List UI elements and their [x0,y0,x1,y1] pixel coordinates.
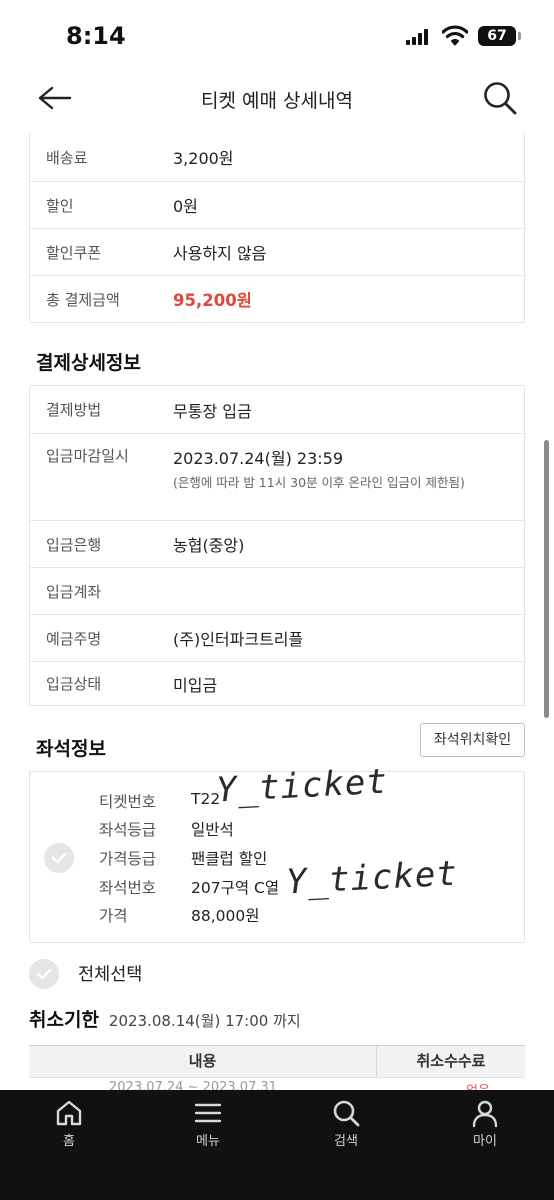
page-title: 티켓 예매 상세내역 [201,90,353,112]
summary-label: 배송료 [46,148,88,167]
detail-row: 예금주명 (주)인터파크트리플 [30,614,524,661]
seat-label: 가격등급 [99,850,157,868]
handwritten-watermark: Y_ticket [285,853,459,903]
cancel-deadline: 취소기한 2023.08.14(월) 17:00 까지 [29,1005,301,1032]
seat-label: 좌석등급 [99,821,157,839]
user-icon [472,1100,498,1128]
battery-cap [518,32,521,40]
detail-value: 농협(중앙) [173,536,245,555]
status-bar: 8:14 67 [0,0,554,70]
nav-item-home[interactable]: 홈 [29,1098,109,1149]
detail-row: 입금은행 농협(중앙) [30,520,524,567]
wifi-icon [442,25,468,46]
seat-checkbox[interactable] [44,843,74,873]
header: 티켓 예매 상세내역 [0,70,554,128]
select-all-toggle[interactable]: 전체선택 [29,957,289,989]
seat-info-card: 티켓번호 T22 좌석등급 일반석 가격등급 팬클럽 할인 좌석번호 207구역… [29,762,525,943]
nav-item-search[interactable]: 검색 [306,1098,386,1149]
table-row: 2023.07.24 ~ 2023.07.31 없음 [29,1077,525,1090]
detail-label: 입금계좌 [46,582,102,601]
summary-value: 0원 [173,197,198,216]
nav-item-menu[interactable]: 메뉴 [168,1098,248,1149]
summary-row-total: 총 결제금액 95,200원 [30,275,524,322]
detail-row: 결제방법 무통장 입금 [30,386,524,433]
detail-label: 입금은행 [46,535,102,554]
search-icon [333,1100,360,1127]
summary-value: 3,200원 [173,149,234,168]
nav-label: 검색 [334,1134,358,1149]
seat-row: 가격등급 팬클럽 할인 [99,847,267,869]
seat-grade: 일반석 [191,821,234,839]
nav-label: 마이 [473,1134,497,1149]
menu-icon [194,1103,222,1123]
summary-row-discount: 할인 0원 [30,181,524,228]
summary-label: 할인쿠폰 [46,243,102,262]
detail-value: 무통장 입금 [173,401,252,421]
summary-row-shipping: 배송료 3,200원 [30,133,524,181]
cancel-deadline-date: 2023.08.14(월) 17:00 까지 [108,1012,301,1030]
detail-row: 입금상태 미입금 [30,661,524,705]
seat-label: 가격 [99,907,128,925]
summary-label: 할인 [46,196,74,215]
select-all-checkbox[interactable] [29,959,59,989]
cancel-fee: 없음 [466,1080,490,1090]
seat-row: 좌석번호 207구역 C열 [99,876,279,898]
scrollbar[interactable] [544,440,549,718]
detail-row: 입금계좌 [30,567,524,614]
cancel-period: 2023.07.24 ~ 2023.07.31 [109,1080,278,1090]
deposit-deadline-note: (은행에 따라 밤 11시 30분 이후 온라인 입금이 제한됨) [173,475,465,490]
check-icon [51,852,67,864]
detail-row: 입금마감일시 2023.07.24(월) 23:59 (은행에 따라 밤 11시… [30,433,524,520]
detail-value: (주)인터파크트리플 [173,630,304,649]
payment-details-title: 결제상세정보 [36,352,141,374]
summary-value: 사용하지 않음 [173,244,267,263]
summary-row-coupon: 할인쿠폰 사용하지 않음 [30,228,524,275]
home-icon [56,1100,82,1126]
seat-number: 207구역 C열 [191,879,280,897]
deposit-deadline: 2023.07.24(월) 23:59 [173,449,344,468]
bottom-nav: 홈 메뉴 검색 마이 [0,1090,554,1200]
select-all-label: 전체선택 [78,965,143,985]
detail-value-block: 2023.07.24(월) 23:59 (은행에 따라 밤 11시 30분 이후… [173,445,524,520]
search-icon[interactable] [480,78,520,118]
payment-details-table: 결제방법 무통장 입금 입금마감일시 2023.07.24(월) 23:59 (… [29,385,525,706]
seat-info-title: 좌석정보 [36,738,106,760]
seat-location-button[interactable]: 좌석위치확인 [420,723,525,757]
nav-item-my[interactable]: 마이 [445,1098,525,1149]
check-icon [36,968,52,980]
seat-label: 좌석번호 [99,879,157,897]
handwritten-watermark: Y_ticket [215,761,389,811]
detail-label: 입금상태 [46,675,102,693]
detail-value: 미입금 [173,675,218,695]
nav-label: 홈 [63,1134,75,1149]
battery-icon: 67 [478,26,516,46]
detail-label: 예금주명 [46,629,102,648]
seat-row: 가격 88,000원 [99,904,260,926]
seat-row: 티켓번호 T22 [99,790,220,812]
cancel-deadline-title: 취소기한 [29,1009,99,1031]
cancel-fee-table: 내용 취소수수료 2023.07.24 ~ 2023.07.31 없음 [29,1045,525,1090]
seat-price: 88,000원 [191,907,260,925]
table-header-fee: 취소수수료 [416,1052,486,1070]
seat-row: 좌석등급 일반석 [99,818,234,840]
detail-label: 결제방법 [46,401,102,419]
detail-label: 입금마감일시 [46,447,129,465]
nav-label: 메뉴 [196,1134,220,1149]
total-amount: 95,200원 [173,291,252,310]
cellular-signal-icon [406,29,430,45]
status-time: 8:14 [66,22,126,50]
summary-label: 총 결제금액 [46,290,120,309]
price-grade: 팬클럽 할인 [191,850,268,868]
table-header-content: 내용 [29,1046,377,1077]
seat-label: 티켓번호 [99,793,157,811]
payment-summary-table: 배송료 3,200원 할인 0원 할인쿠폰 사용하지 않음 총 결제금액 95,… [29,133,525,323]
